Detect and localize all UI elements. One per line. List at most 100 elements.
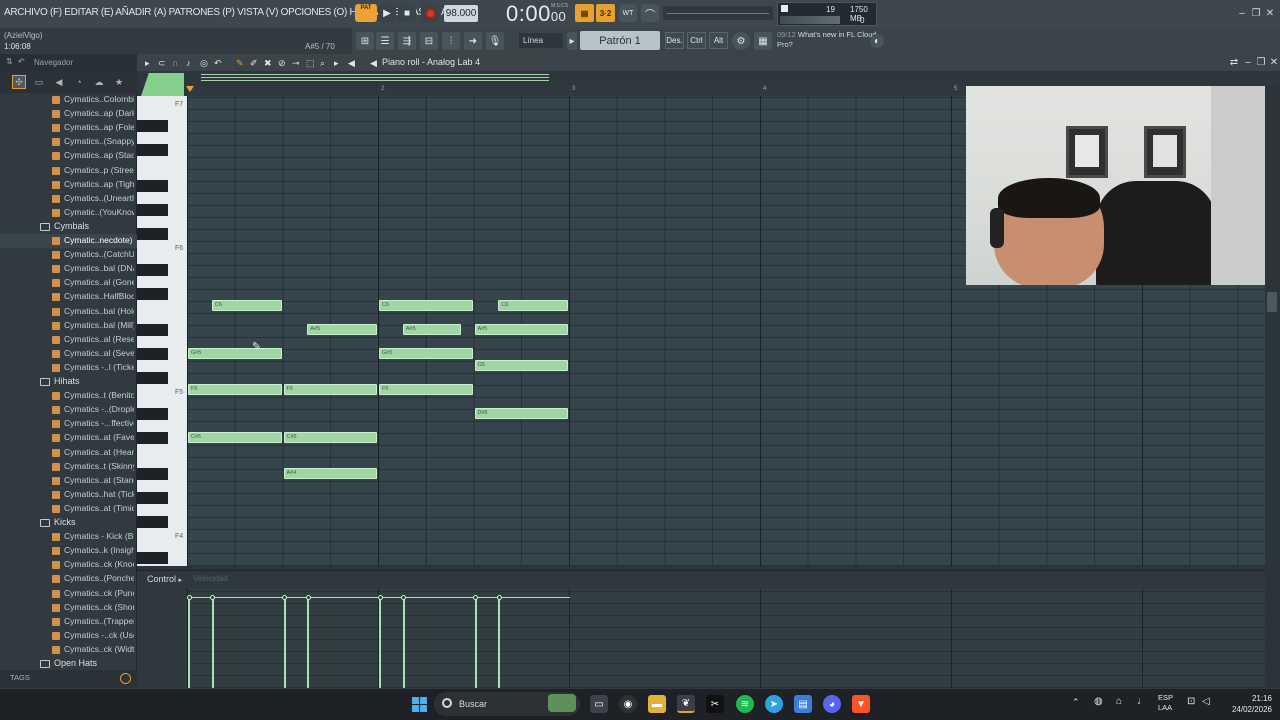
loop-record-button[interactable]: ⌒ [641, 4, 659, 22]
velocity-handle[interactable] [401, 595, 407, 600]
velocity-handle[interactable] [186, 595, 192, 600]
browser-files-icon[interactable]: ▭ [32, 75, 46, 89]
browser-folder[interactable]: Open Hats [0, 657, 137, 668]
plugin-icon[interactable]: ⫶ [442, 32, 460, 50]
browser-cloud-icon[interactable]: ☁ [92, 75, 106, 89]
velocity-bar[interactable] [402, 598, 405, 688]
pencil-icon[interactable]: ✎ [236, 58, 244, 69]
browser-item[interactable]: Cymatics..at (Stand) [0, 474, 137, 488]
browser-folder[interactable]: Kicks [0, 516, 137, 530]
browser-item[interactable]: Cymatics..(Unearth) [0, 192, 137, 206]
browser-item[interactable]: Cymatics..(Trapper) [0, 615, 137, 629]
alt-button[interactable]: Alt [709, 32, 728, 49]
capcut-icon[interactable]: ✂ [706, 695, 724, 713]
piano-roll-icon[interactable]: ⇶ [398, 32, 416, 50]
browser-item[interactable]: Cymatics..ap (Foley) [0, 121, 137, 135]
velocity-handle[interactable] [210, 595, 216, 600]
note[interactable]: A#4 [283, 468, 377, 479]
note[interactable]: C#5 [188, 432, 282, 443]
taskbar-clock[interactable]: 21:16 24/02/2026 [1222, 693, 1272, 715]
mute-icon[interactable]: ⊘ [278, 58, 286, 69]
browser-item[interactable]: Cymatics..ck (Punch) [0, 587, 137, 601]
black-key[interactable] [137, 228, 168, 240]
slice-icon[interactable]: ⊸ [292, 58, 300, 69]
black-key[interactable] [137, 204, 168, 216]
vertical-scrollbar[interactable] [1265, 86, 1280, 566]
notepad-icon[interactable]: ▤ [794, 695, 812, 713]
browser-star-icon[interactable]: ★ [112, 75, 126, 89]
snap-icon[interactable]: ∩ [172, 58, 178, 68]
browser-item[interactable]: Cymatics..al (Goner) [0, 276, 137, 290]
delete-icon[interactable]: ✖ [264, 58, 272, 69]
pattern-prev-icon[interactable]: ▸ [567, 32, 577, 50]
note[interactable]: F5 [188, 384, 282, 395]
spotify-icon[interactable]: ≋ [736, 695, 754, 713]
browser-item[interactable]: Cymatics..at (Heard) [0, 446, 137, 460]
back-icon[interactable]: ↶ [18, 57, 25, 66]
note[interactable]: G#5 [188, 348, 282, 359]
snap-select[interactable]: Línea [519, 33, 563, 48]
velocity-bar[interactable] [188, 598, 190, 688]
black-key[interactable] [137, 372, 168, 384]
magnet-icon[interactable]: ⊂ [158, 58, 166, 69]
input-language[interactable]: ESP LAA [1158, 693, 1173, 713]
playback-icon[interactable]: ▸ [334, 58, 339, 69]
browser-item[interactable]: Cymatics..ck (Knock) [0, 558, 137, 572]
windows-start-icon[interactable] [410, 695, 428, 713]
browser-item[interactable]: Cymatics..ap (Dark) [0, 107, 137, 121]
black-key[interactable] [137, 492, 168, 504]
browser-item[interactable]: Cymatics..p (Street) [0, 164, 137, 178]
pr-arrows-icon[interactable]: ⇄ [1228, 56, 1240, 68]
select-icon[interactable]: ⬚ [306, 58, 315, 69]
browser-item[interactable]: Cymatics..at (Timid) [0, 502, 137, 516]
browser-item[interactable]: Cymatics..bal (Hold) [0, 305, 137, 319]
browser-item[interactable]: Cymatics..HalfBlock) [0, 290, 137, 304]
undo-icon[interactable]: ↶ [214, 58, 222, 69]
browser-item[interactable]: Cymatics..t (Skinny) [0, 460, 137, 474]
browser-item[interactable]: Cymatics..t (Benito) [0, 389, 137, 403]
browser-item[interactable]: Cymatics -...ffective) [0, 417, 137, 431]
velocity-bar[interactable] [283, 598, 286, 688]
vertical-scroll-thumb[interactable] [1267, 292, 1277, 312]
velocity-bar[interactable] [498, 598, 501, 688]
piano-keyboard[interactable]: F7 F6 F5 F4 [137, 96, 187, 566]
black-key[interactable] [137, 264, 168, 276]
microphone-icon[interactable]: 🎙 [486, 32, 504, 50]
black-key[interactable] [137, 432, 168, 444]
velocity-handle[interactable] [377, 595, 383, 600]
browser-item[interactable]: Cymatics..ck (Width) [0, 643, 137, 657]
note[interactable]: F5 [283, 384, 377, 395]
velocity-bar[interactable] [379, 598, 381, 688]
stop-button[interactable]: ■ [398, 4, 416, 22]
wait-input-button[interactable]: WT [619, 4, 637, 22]
tempo-tap-icon[interactable]: ⚙ [732, 32, 750, 50]
browser-item[interactable]: Cymatics..ap (Stack) [0, 149, 137, 163]
velocity-bar[interactable] [307, 598, 310, 688]
note[interactable]: C6 [211, 300, 282, 311]
step-icon[interactable]: ♪ [186, 58, 191, 68]
velocity-bar[interactable] [211, 598, 214, 688]
tray-microphone-icon[interactable]: ♩ [1137, 696, 1147, 707]
browser-folder[interactable]: Cymbals [0, 220, 137, 234]
browser-item[interactable]: Cymatic..(YouKnow) [0, 206, 137, 220]
browser-item[interactable]: Cymatic..necdote) [0, 234, 137, 248]
browser-item[interactable]: Cymatics..at (Favela) [0, 431, 137, 445]
pattern-select[interactable]: Patrón 1 [580, 31, 660, 50]
news-panel[interactable]: 09/12 What's new in FL Cloud Pro? [777, 30, 877, 52]
velocity-handle[interactable] [496, 595, 502, 600]
pr-maximize-icon[interactable]: ❐ [1255, 56, 1267, 68]
black-key[interactable] [137, 348, 168, 360]
zoom-icon[interactable]: ⌕ [320, 58, 325, 69]
tags-button[interactable]: TAGS [10, 673, 30, 682]
browser-item[interactable]: Cymatics..ck (Short) [0, 601, 137, 615]
browser-item[interactable]: Cymatics -..(Droplet) [0, 403, 137, 417]
file-explorer-icon[interactable]: ▬ [648, 695, 666, 713]
browser-item[interactable]: Cymatics..(Ponche) [0, 572, 137, 586]
browser-item[interactable]: Cymatics..al (Reset) [0, 333, 137, 347]
note[interactable]: C6 [498, 300, 568, 311]
note[interactable]: D#5 [474, 408, 568, 419]
telegram-icon[interactable]: ➤ [765, 695, 783, 713]
record-button[interactable] [421, 4, 439, 22]
tray-chevron-icon[interactable]: ⌃ [1072, 697, 1080, 708]
note[interactable]: A#5 [307, 324, 377, 335]
